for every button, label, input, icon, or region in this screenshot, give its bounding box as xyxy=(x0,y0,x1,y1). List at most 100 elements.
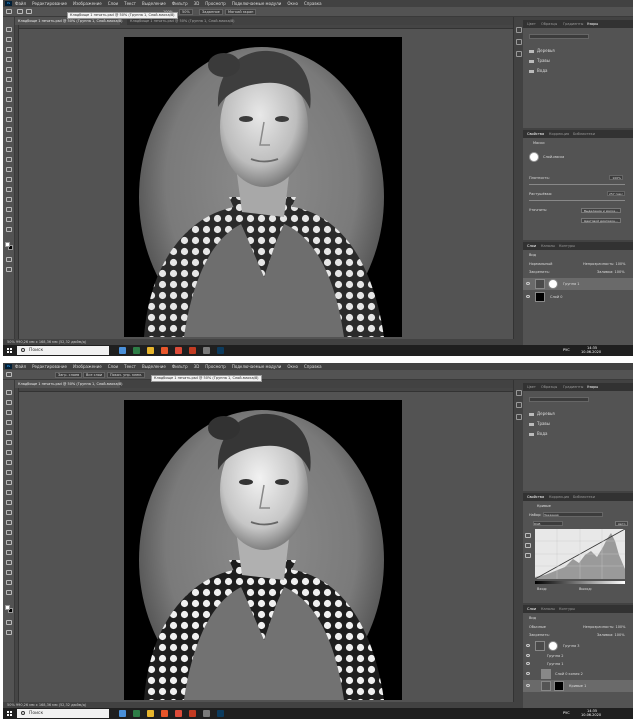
tab-properties[interactable]: Свойства xyxy=(527,493,544,501)
stamp-tool-icon[interactable] xyxy=(6,480,12,485)
history-panel-icon[interactable] xyxy=(516,390,522,396)
pattern-folder-grass[interactable]: Травы xyxy=(529,421,550,426)
layer-row[interactable]: Группа 1 xyxy=(523,278,633,290)
visibility-eye-icon[interactable] xyxy=(526,644,530,647)
canvas-area[interactable] xyxy=(19,29,523,339)
tab-gradients[interactable]: Градиенты xyxy=(563,383,583,391)
keyboard-language[interactable]: РУС xyxy=(563,711,570,716)
chrome-icon[interactable] xyxy=(175,347,182,354)
tab-patterns[interactable]: Узоры xyxy=(587,20,598,28)
menu-window[interactable]: Окно xyxy=(287,1,298,6)
hand-tool-icon[interactable] xyxy=(6,217,12,222)
menu-view[interactable]: Просмотр xyxy=(205,1,226,6)
auto-button[interactable]: Авто xyxy=(615,521,629,526)
menu-edit[interactable]: Редактирование xyxy=(32,364,67,369)
foreground-color-swatch[interactable] xyxy=(5,242,10,247)
mask-thumbnail[interactable] xyxy=(548,279,558,289)
canvas-area[interactable] xyxy=(19,392,523,702)
menu-layers[interactable]: Слои xyxy=(108,364,118,369)
marquee-tool-icon[interactable] xyxy=(6,400,12,405)
hand-tool-icon[interactable] xyxy=(6,580,12,585)
firefox-icon[interactable] xyxy=(161,710,168,717)
gradient-tool-icon[interactable] xyxy=(6,147,12,152)
pattern-folder-grass[interactable]: Травы xyxy=(529,58,550,63)
photoshop-taskbar-icon[interactable] xyxy=(217,347,224,354)
preset-select[interactable]: Заказная xyxy=(543,512,603,517)
tab-adjustments[interactable]: Коррекция xyxy=(549,130,569,138)
menu-select[interactable]: Выделение xyxy=(142,364,166,369)
menu-file[interactable]: Файл xyxy=(15,1,26,6)
eyedropper-tool-icon[interactable] xyxy=(6,450,12,455)
auto-select-chip[interactable]: Загр. слоев xyxy=(55,372,83,378)
blend-mode-select[interactable]: Обычные xyxy=(529,625,546,629)
visibility-eye-icon[interactable] xyxy=(526,684,530,687)
visibility-eye-icon[interactable] xyxy=(526,654,530,657)
zoom-out-icon[interactable] xyxy=(26,9,32,14)
feather-slider[interactable] xyxy=(529,200,625,201)
document-canvas[interactable] xyxy=(124,400,402,700)
zoom-tool-sidebar-icon[interactable] xyxy=(6,590,12,595)
dodge-tool-icon[interactable] xyxy=(6,167,12,172)
select-and-mask-button[interactable]: Выделение и маска... xyxy=(581,208,621,213)
screen-mode-icon[interactable] xyxy=(6,267,12,272)
eraser-tool-icon[interactable] xyxy=(6,500,12,505)
type-tool-icon[interactable] xyxy=(6,187,12,192)
stamp-tool-icon[interactable] xyxy=(6,117,12,122)
menu-3d[interactable]: 3D xyxy=(194,1,200,6)
settings-app-icon[interactable] xyxy=(203,710,210,717)
tab-libraries[interactable]: Библиотеки xyxy=(573,130,595,138)
tab-layers[interactable]: Слои xyxy=(527,242,536,250)
layer-row[interactable]: Слой 0 xyxy=(523,291,633,303)
pen-tool-icon[interactable] xyxy=(6,540,12,545)
visibility-eye-icon[interactable] xyxy=(526,282,530,285)
menu-help[interactable]: Справка xyxy=(304,1,322,6)
blur-tool-icon[interactable] xyxy=(6,157,12,162)
edge-browser-icon[interactable] xyxy=(133,347,140,354)
menu-plugins[interactable]: Подключаемые модули xyxy=(232,1,282,6)
clock-date[interactable]: 10.06.2020 xyxy=(581,350,601,355)
pencil-icon[interactable] xyxy=(525,543,531,548)
keyboard-language[interactable]: РУС xyxy=(563,348,570,353)
brush-tool-icon[interactable] xyxy=(6,107,12,112)
zoom-tool-sidebar-icon[interactable] xyxy=(6,227,12,232)
file-explorer-icon[interactable] xyxy=(147,347,154,354)
foreground-color-swatch[interactable] xyxy=(5,605,10,610)
patterns-search-input[interactable] xyxy=(529,397,589,402)
curves-histogram[interactable] xyxy=(535,529,625,579)
quick-select-tool-icon[interactable] xyxy=(6,420,12,425)
taskbar-search-input[interactable]: Поиск xyxy=(17,346,109,355)
tab-paths[interactable]: Контуры xyxy=(559,242,575,250)
history-brush-tool-icon[interactable] xyxy=(6,490,12,495)
move-tool-icon[interactable] xyxy=(6,372,12,377)
path-select-tool-icon[interactable] xyxy=(6,560,12,565)
pattern-folder-water[interactable]: Вода xyxy=(529,68,547,73)
windows-start-icon[interactable] xyxy=(7,348,12,353)
menu-image[interactable]: Изображение xyxy=(73,364,102,369)
layer-row[interactable]: Группа 2 xyxy=(523,652,633,660)
zoom-in-icon[interactable] xyxy=(17,9,23,14)
opera-icon[interactable] xyxy=(189,347,196,354)
healing-tool-icon[interactable] xyxy=(6,97,12,102)
menu-select[interactable]: Выделение xyxy=(142,1,166,6)
pattern-folder-trees[interactable]: Деревья xyxy=(529,411,555,416)
layers-select-chip[interactable]: Все слои xyxy=(83,372,106,378)
layer-opacity[interactable]: Непрозрачность: 100% xyxy=(583,262,626,266)
frame-tool-icon[interactable] xyxy=(6,440,12,445)
edge-browser-icon[interactable] xyxy=(133,710,140,717)
tab-properties[interactable]: Свойства xyxy=(527,130,544,138)
fill-screen-chip[interactable]: Мягкий экран xyxy=(225,9,257,15)
menu-view[interactable]: Просмотр xyxy=(205,364,226,369)
opera-icon[interactable] xyxy=(189,710,196,717)
shape-tool-icon[interactable] xyxy=(6,570,12,575)
healing-tool-icon[interactable] xyxy=(6,460,12,465)
clock-date[interactable]: 10.06.2020 xyxy=(581,713,601,718)
layer-row[interactable]: Группа 1 xyxy=(523,660,633,668)
menu-image[interactable]: Изображение xyxy=(73,1,102,6)
fit-chip[interactable]: Заданное xyxy=(199,9,223,15)
history-panel-icon[interactable] xyxy=(516,27,522,33)
visibility-eye-icon[interactable] xyxy=(526,295,530,298)
patterns-search-input[interactable] xyxy=(529,34,589,39)
dodge-tool-icon[interactable] xyxy=(6,530,12,535)
density-value[interactable]: 100% xyxy=(609,175,623,180)
taskbar-search-input[interactable]: Поиск xyxy=(17,709,109,718)
